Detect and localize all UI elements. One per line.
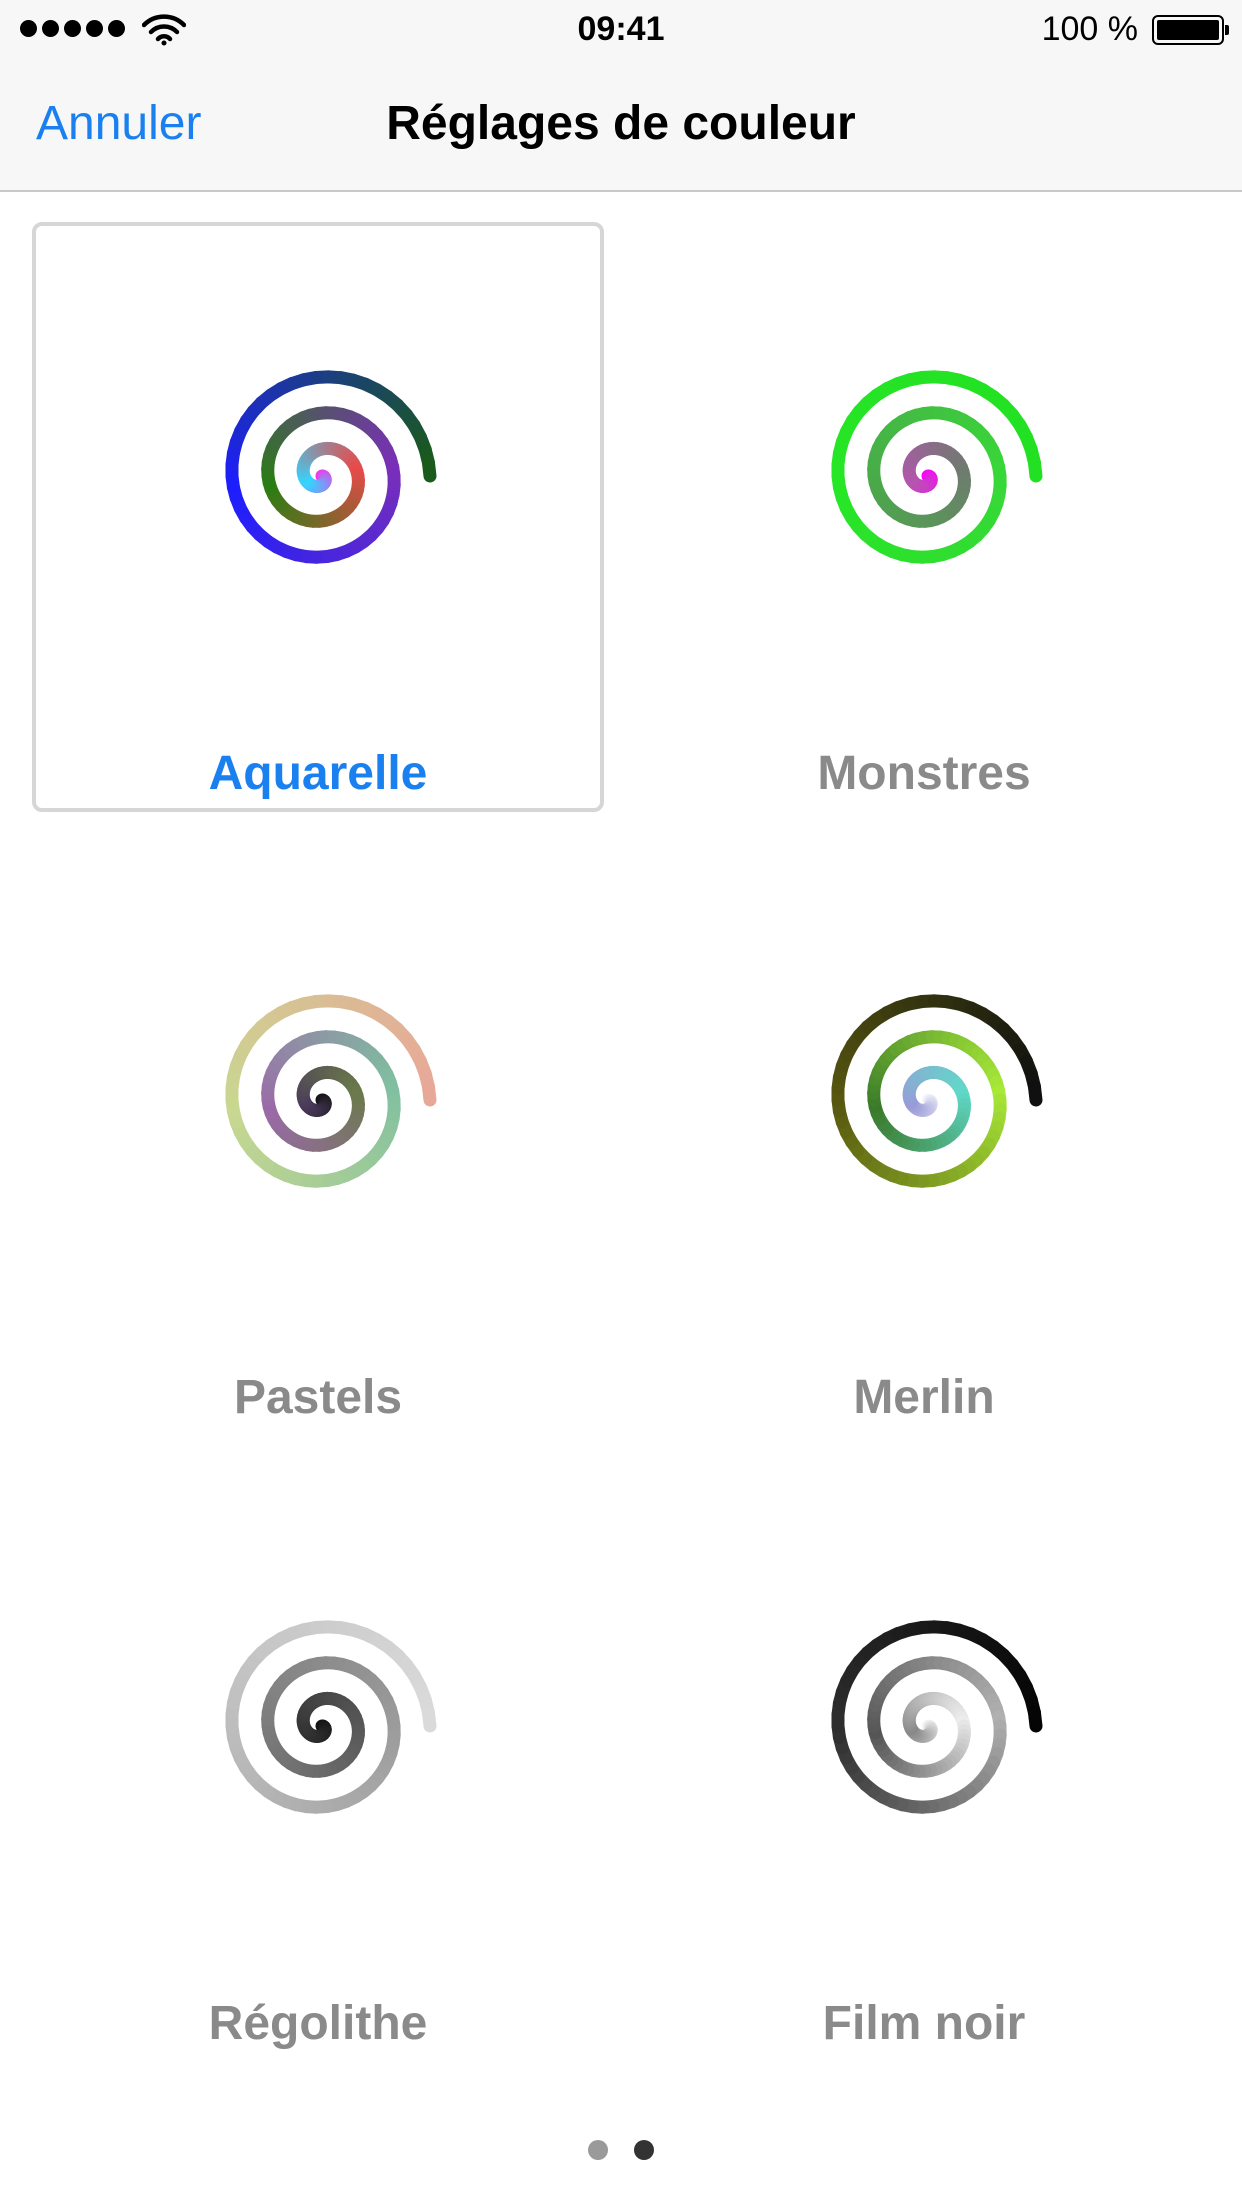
palette-option-aquarelle[interactable]: Aquarelle (32, 222, 604, 812)
palette-option-monstres[interactable]: Monstres (638, 222, 1210, 812)
palette-option-regolithe[interactable]: Régolithe (32, 1472, 604, 2062)
page-dot-1[interactable] (588, 2140, 608, 2160)
spiral-swatch-icon (225, 370, 437, 564)
palette-option-film-noir[interactable]: Film noir (638, 1472, 1210, 2062)
palette-label: Merlin (853, 1371, 995, 1424)
spiral-swatch-icon (225, 994, 437, 1188)
spiral-swatch-icon (831, 994, 1043, 1188)
spiral-swatch-icon (225, 1620, 437, 1814)
palette-option-pastels[interactable]: Pastels (32, 846, 604, 1436)
page-dot-2[interactable] (634, 2140, 654, 2160)
palette-label: Film noir (822, 1997, 1026, 2050)
palette-grid: Aquarelle Monstres Pastels Merlin Régoli… (0, 192, 1242, 2092)
navigation-bar: Annuler Réglages de couleur (0, 60, 1242, 192)
battery-icon (1152, 15, 1229, 45)
page-title: Réglages de couleur (386, 97, 856, 150)
palette-label: Monstres (817, 747, 1031, 800)
spiral-swatch-icon (831, 1620, 1043, 1814)
battery-percentage: 100 % (1041, 10, 1138, 48)
spiral-swatch-icon (831, 370, 1043, 564)
palette-label: Régolithe (208, 1997, 428, 2050)
palette-label: Aquarelle (208, 747, 428, 800)
status-bar: 09:41 100 % (0, 0, 1242, 60)
palette-option-merlin[interactable]: Merlin (638, 846, 1210, 1436)
palette-label: Pastels (233, 1371, 403, 1424)
page-indicator (0, 2140, 1242, 2160)
